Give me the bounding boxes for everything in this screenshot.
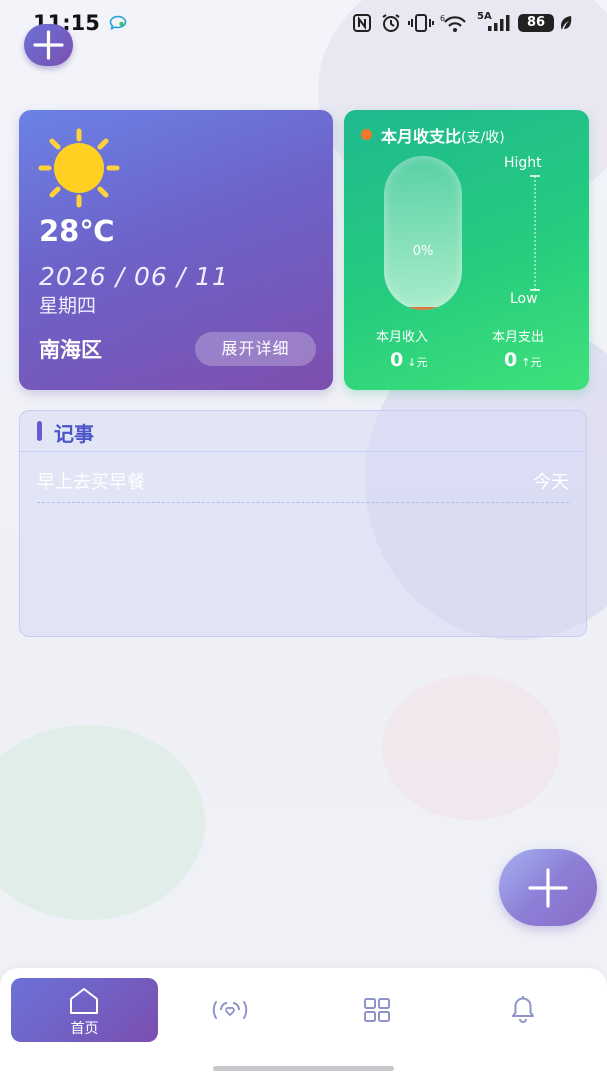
grid-icon [364,998,390,1022]
district: 南海区 [39,338,102,362]
nav-notifications[interactable] [498,978,548,1042]
plus-icon [528,868,568,908]
expand-details-button[interactable]: 展开详细 [195,332,316,366]
ratio-fill [384,307,462,310]
nav-broadcast[interactable] [205,978,255,1042]
svg-text:6: 6 [440,14,445,23]
expense-label: 本月支出 [492,330,545,345]
low-label: Low [510,291,538,307]
ratio-scale [530,175,540,291]
add-button[interactable] [499,849,597,926]
temperature: 28℃ [39,214,115,248]
leaf-icon [561,16,572,30]
bell-icon [512,996,534,1023]
vibrate-icon [408,14,434,32]
top-add-button[interactable] [24,24,73,66]
alarm-icon [382,14,400,32]
nav-home[interactable]: 首页 [11,978,158,1042]
nav-grid[interactable] [352,978,402,1042]
sun-icon [38,128,120,208]
status-bar: 11:15 6 5A 86 [0,0,607,46]
notes-title: 记事 [54,422,94,446]
note-date: 今天 [533,472,569,493]
income-label: 本月收入 [376,330,429,345]
income-value: 0 ↓元 [390,349,428,371]
finance-card: 本月收支比(支/收) 0% Hight Low 本月收入 本月支出 0 ↓元 0 ↑… [344,110,589,390]
nfc-icon [353,14,371,32]
plus-icon [33,30,64,60]
nav-home-label: 首页 [70,1021,99,1037]
finance-title-suffix: (支/收) [461,130,505,146]
ratio-percent: 0% [412,244,434,259]
finance-title: 本月收支比(支/收) [381,127,505,146]
high-label: Hight [504,155,542,171]
battery-level: 86 [518,14,554,32]
home-indicator[interactable] [213,1066,394,1071]
note-text: 早上去买早餐 [37,472,145,493]
home-icon [70,988,98,1014]
list-item[interactable]: 早上去买早餐 今天 [37,468,569,503]
notes-accent-bar [37,421,42,441]
notes-card: 记事 早上去买早餐 今天 [19,410,587,637]
expense-unit: ↑元 [521,356,542,369]
expense-value: 0 ↑元 [504,349,542,371]
wifi-icon: 6 [440,14,466,32]
status-dot [361,129,372,140]
chat-bubble-icon [109,15,127,30]
bottom-nav: 首页 [0,968,607,1080]
weather-card: 28℃ 2026 / 06 / 11 星期四 南海区 展开详细 [19,110,333,390]
notes-header: 记事 [20,411,586,452]
ratio-capsule: 0% [384,156,462,310]
weekday: 星期四 [39,295,97,317]
broadcast-icon [212,1001,248,1019]
income-unit: ↓元 [407,356,428,369]
signal-icon [488,15,510,31]
current-date: 2026 / 06 / 11 [39,262,229,291]
